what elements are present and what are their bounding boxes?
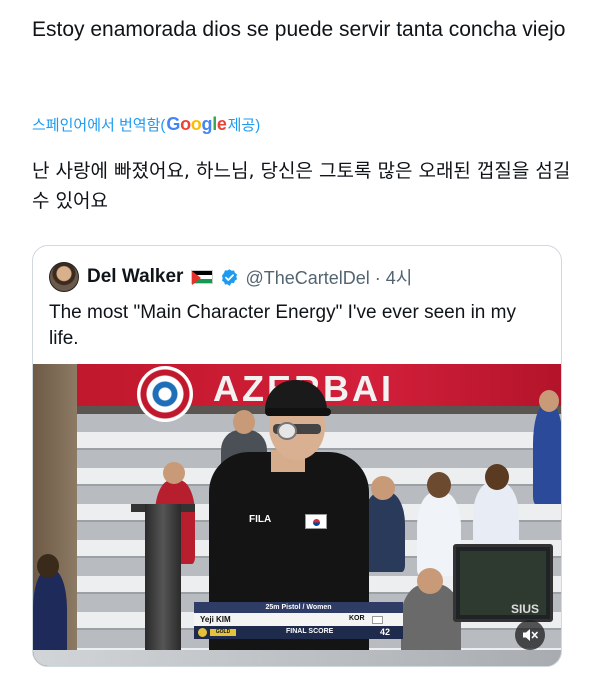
medal-label: GOLD [210, 629, 236, 636]
avatar[interactable] [49, 262, 79, 292]
translation-prefix: 스페인어에서 번역함( [32, 117, 166, 134]
speaker-muted-icon [523, 629, 538, 641]
scoreboard-overlay: 25m Pistol / Women Yeji KIM KOR GOLD FIN… [194, 602, 403, 644]
spectator [533, 404, 561, 504]
eye-blinder [277, 422, 297, 440]
quote-tweet-card[interactable]: Del Walker @TheCartelDel · 4시 The most "… [32, 245, 562, 667]
target-logo-icon [137, 366, 193, 422]
google-logo: Google [166, 114, 227, 134]
gold-medal-icon [198, 628, 207, 637]
brand-logo: FILA [249, 514, 272, 525]
mute-button[interactable] [515, 620, 545, 650]
author-name[interactable]: Del Walker [87, 266, 183, 288]
translation-suffix: 제공) [227, 117, 261, 134]
final-score-label: FINAL SCORE [286, 628, 334, 635]
spectator [363, 492, 405, 572]
quote-tweet-header: Del Walker @TheCartelDel · 4시 [49, 262, 412, 292]
palestine-flag-icon [191, 270, 214, 285]
athlete-name: Yeji KIM [200, 615, 231, 624]
korea-flag-icon [372, 616, 383, 624]
author-handle[interactable]: @TheCartelDel · 4시 [245, 264, 412, 290]
event-title: 25m Pistol / Women [194, 602, 403, 613]
final-score-value: 42 [380, 627, 391, 637]
quote-tweet-text: The most "Main Character Energy" I've ev… [49, 302, 516, 349]
translated-text: 난 사랑에 빠졌어요, 하느님, 당신은 그토록 많은 오래된 껍질을 섬길 수… [32, 160, 571, 212]
korea-flag-icon [305, 514, 327, 529]
floor-strip [33, 650, 561, 666]
monitor-brand: SIUS [511, 602, 540, 616]
video-media[interactable]: AZERBAI FILA SIUS 25m Pistol / Women Yej… [33, 364, 561, 666]
tweet-text: Estoy enamorada dios se puede servir tan… [32, 18, 566, 41]
athlete-country: KOR [349, 615, 365, 622]
translation-attribution[interactable]: 스페인어에서 번역함( Google 제공) [32, 114, 260, 135]
verified-badge-icon [222, 268, 238, 286]
tweet-time: 4시 [385, 268, 413, 288]
